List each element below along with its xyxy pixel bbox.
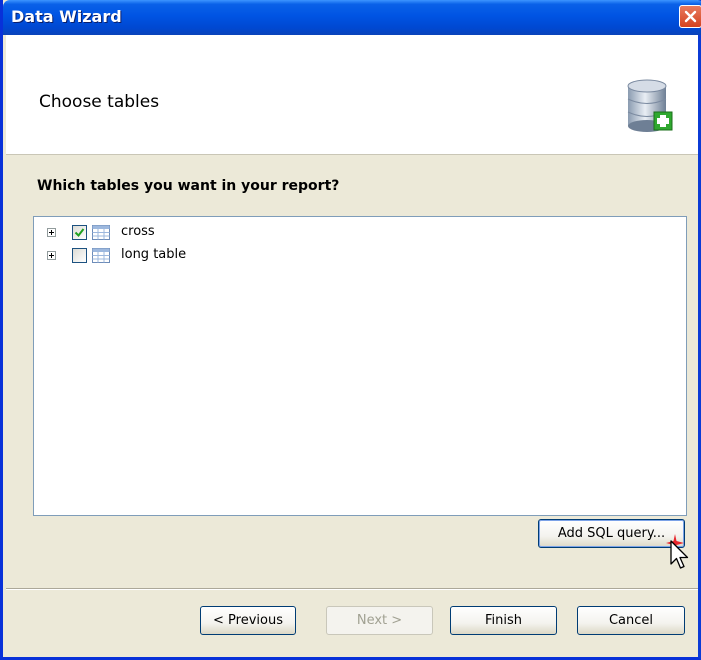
expand-icon[interactable] — [47, 251, 56, 260]
add-sql-query-button[interactable]: Add SQL query... — [538, 519, 685, 548]
tree-item-long-table[interactable]: long table — [34, 246, 334, 266]
page-title: Choose tables — [39, 92, 160, 112]
tables-tree[interactable]: cross long table — [33, 216, 687, 516]
window-title: Data Wizard — [11, 7, 122, 26]
table-icon — [92, 225, 110, 240]
finish-button[interactable]: Finish — [450, 606, 557, 635]
close-button[interactable] — [679, 5, 701, 28]
close-icon — [684, 10, 697, 23]
tree-item-label: cross — [121, 224, 155, 239]
data-wizard-window: Data Wizard Choose tables Which tables y… — [0, 0, 701, 660]
mouse-pointer-icon — [670, 540, 689, 569]
title-bar[interactable]: Data Wizard — [3, 0, 701, 35]
check-icon — [74, 228, 85, 238]
tables-prompt: Which tables you want in your report? — [37, 178, 340, 194]
checkbox-long-table[interactable] — [72, 248, 87, 263]
checkbox-cross[interactable] — [72, 225, 87, 240]
wizard-header: Choose tables — [6, 35, 698, 155]
footer-divider — [6, 588, 698, 590]
cancel-button[interactable]: Cancel — [577, 606, 685, 635]
tree-item-label: long table — [121, 247, 187, 262]
expand-icon[interactable] — [47, 228, 56, 237]
table-icon — [92, 248, 110, 263]
previous-button[interactable]: < Previous — [200, 606, 296, 635]
database-add-icon — [627, 79, 673, 132]
next-button[interactable]: Next > — [326, 606, 433, 635]
tree-item-cross[interactable]: cross — [34, 223, 334, 243]
